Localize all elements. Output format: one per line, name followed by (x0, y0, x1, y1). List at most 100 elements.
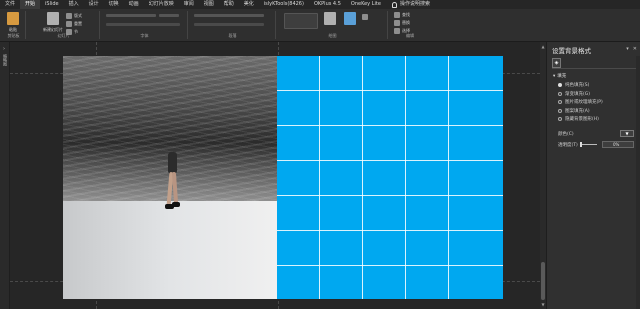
chevron-down-icon[interactable]: ▾ (626, 46, 629, 52)
alignment-controls[interactable] (194, 23, 264, 26)
tab-item[interactable]: OneKey Lite (346, 0, 386, 9)
pane-scrollbar[interactable] (636, 56, 640, 309)
replace-icon (394, 20, 400, 26)
radio-button[interactable] (558, 100, 562, 104)
grid-line-horizontal (277, 265, 503, 266)
grid-line-horizontal (277, 195, 503, 196)
new-slide-icon (47, 12, 59, 25)
grid-line-horizontal (277, 90, 503, 91)
tab-item[interactable]: OKPlus 4.5 (309, 0, 346, 9)
lightbulb-icon (391, 1, 397, 8)
transparency-slider-thumb[interactable] (580, 142, 582, 147)
shapes-icon (284, 13, 318, 29)
paste-button[interactable]: 粘贴 (7, 12, 19, 33)
quick-styles-button[interactable] (344, 12, 356, 25)
ribbon-tabs: 文件 开始 iSlide 插入 设计 切换 动画 幻灯片放映 审阅 视图 帮助 美化 islyKTool… (0, 0, 640, 9)
close-icon[interactable]: ✕ (633, 46, 637, 52)
tab-item[interactable]: 切换 (104, 0, 124, 9)
radio-button[interactable] (558, 83, 562, 87)
paragraph-group: 段落 (190, 11, 276, 39)
person-figure (165, 152, 180, 220)
color-label: 颜色(C) (558, 132, 574, 137)
replace-button[interactable]: 替换 (394, 20, 410, 26)
arrange-button[interactable] (324, 12, 336, 25)
editing-group-label: 编辑 (406, 33, 414, 38)
fill-option[interactable]: 图片或纹理填充(P) (558, 99, 603, 105)
fill-option[interactable]: 纯色填充(S) (558, 82, 589, 88)
slide-canvas[interactable] (10, 42, 540, 309)
thumbnail-pane-label: 缩略图 (3, 54, 8, 66)
font-name-box[interactable] (106, 14, 156, 17)
grid-line-vertical (405, 56, 406, 299)
ribbon: 粘贴 剪贴板 新建幻灯片 版式 重置 节 幻灯片 字体 段落 绘图 查找 替换 … (0, 9, 640, 42)
tab-item[interactable]: 插入 (64, 0, 84, 9)
blue-grid-shape[interactable] (277, 56, 503, 299)
paint-bucket-icon: ▼ (625, 131, 629, 136)
find-button[interactable]: 查找 (394, 12, 410, 18)
grid-line-vertical (362, 56, 363, 299)
new-slide-button[interactable]: 新建幻灯片 (43, 12, 63, 33)
tab-item[interactable]: 文件 (0, 0, 20, 9)
tab-item[interactable]: 视图 (199, 0, 219, 9)
font-size-box[interactable] (159, 14, 179, 17)
tab-item[interactable]: 设计 (84, 0, 104, 9)
radio-button[interactable] (558, 91, 562, 96)
underwater-photo[interactable] (63, 56, 277, 299)
tab-item[interactable]: 审阅 (179, 0, 199, 9)
grid-line-vertical (319, 56, 320, 299)
color-picker-button[interactable]: ▼ (620, 130, 634, 137)
fill-section-header[interactable]: ▾ 填充 (553, 73, 566, 80)
clipboard-group-label: 剪贴板 (7, 33, 20, 38)
grid-line-horizontal (277, 160, 503, 161)
layout-button[interactable]: 版式 (66, 13, 82, 19)
tab-item[interactable]: 动画 (124, 0, 144, 9)
shapes-gallery[interactable] (284, 13, 318, 29)
thumbnail-pane: › 缩略图 (0, 42, 10, 309)
tab-item[interactable]: iSlide (40, 0, 64, 9)
paste-icon (7, 12, 19, 25)
fill-option[interactable]: 隐藏背景图形(H) (558, 116, 599, 122)
shape-fill-icon (362, 14, 368, 20)
paragraph-group-label: 段落 (228, 33, 237, 38)
pane-tab-row: ◈ (552, 58, 636, 69)
transparency-label: 透明度(T) (558, 143, 578, 148)
chevron-down-icon: ▾ (553, 73, 556, 79)
font-group: 字体 (102, 11, 188, 39)
radio-button[interactable] (558, 117, 562, 121)
find-icon (394, 12, 400, 18)
pane-title: 设置背景格式 (552, 47, 591, 55)
layout-icon (66, 13, 72, 19)
transparency-input[interactable]: 0% (602, 141, 634, 148)
format-background-pane: 设置背景格式 ▾ ✕ ◈ ▾ 填充 纯色填充(S) 渐变填充(G) 图片或纹理填充(… (546, 42, 640, 309)
fill-bucket-icon[interactable]: ◈ (552, 58, 561, 68)
tab-item[interactable]: 开始 (20, 0, 41, 9)
slides-group-label: 幻灯片 (57, 33, 70, 38)
list-controls[interactable] (194, 14, 264, 17)
tell-me-search[interactable]: 操作说明搜索 (386, 0, 435, 9)
tab-item[interactable]: islyKTools(8426) (259, 0, 309, 9)
grid-line-horizontal (277, 230, 503, 231)
slides-group: 新建幻灯片 版式 重置 节 幻灯片 (28, 11, 100, 39)
quick-styles-icon (344, 12, 356, 25)
clipboard-group: 粘贴 剪贴板 (2, 11, 26, 39)
font-format-row[interactable] (106, 23, 180, 26)
editing-group: 查找 替换 选择 编辑 (390, 11, 430, 39)
tab-item[interactable]: 幻灯片放映 (144, 0, 179, 9)
font-group-label: 字体 (140, 33, 149, 38)
tab-item[interactable]: 帮助 (219, 0, 239, 9)
drawing-group-label: 绘图 (328, 33, 337, 38)
radio-button[interactable] (558, 108, 562, 113)
scrollbar-thumb[interactable] (541, 262, 545, 300)
arrange-icon (324, 12, 336, 25)
transparency-slider-track[interactable] (581, 144, 597, 145)
fill-option[interactable]: 图案填充(A) (558, 108, 590, 114)
fill-option[interactable]: 渐变填充(G) (558, 91, 590, 97)
shape-fill-button[interactable] (362, 14, 368, 20)
reset-button[interactable]: 重置 (66, 21, 82, 27)
grid-line-horizontal (277, 125, 503, 126)
drawing-group: 绘图 (278, 11, 388, 39)
grid-line-vertical (448, 56, 449, 299)
slide[interactable] (63, 56, 503, 299)
tab-item[interactable]: 美化 (239, 0, 259, 9)
expand-thumbnails-icon[interactable]: › (3, 46, 5, 52)
